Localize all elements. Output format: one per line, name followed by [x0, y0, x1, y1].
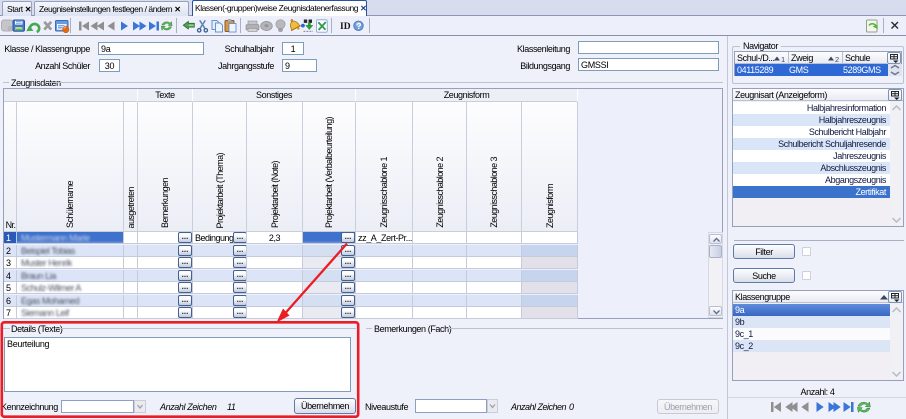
svg-text:?: ?: [356, 21, 361, 31]
svg-text:ID: ID: [340, 22, 351, 32]
svg-text:1: 1: [781, 55, 785, 63]
svg-text:2: 2: [835, 55, 839, 63]
